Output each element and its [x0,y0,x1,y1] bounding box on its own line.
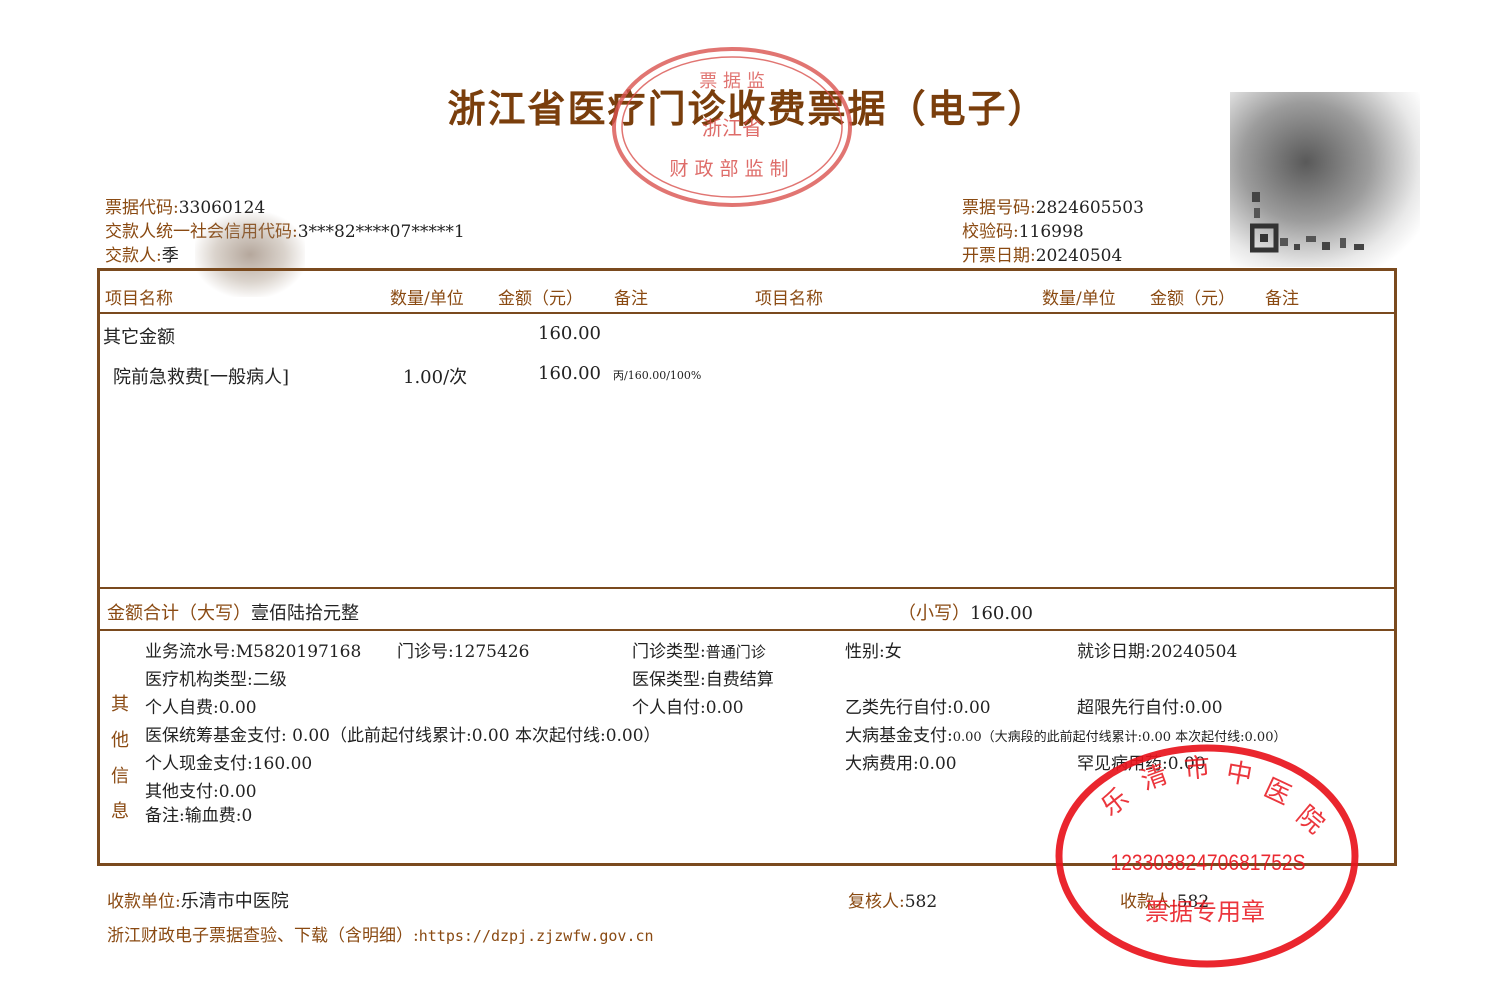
seal-hospital-char-4: 中 [1224,757,1255,791]
serial-number: 业务流水号:M5820197168 [145,642,362,662]
reviewer: 复核人:582 [848,887,937,912]
col-header-note-right: 备注 [1265,289,1299,309]
verify-label: 浙江财政电子票据查验、下载（含明细）: [107,926,419,946]
total-top-divider [100,587,1394,589]
col-header-amount-left: 金额（元） [498,289,583,309]
payee-unit: 收款单位:乐清市中医院 [107,887,289,913]
seal-code: 12330382470681752S [1111,850,1306,875]
row-item-note: 丙/160.00/100% [613,369,702,382]
total-lower-label: （小写） [898,603,970,624]
seal-hospital-char-2: 清 [1137,759,1172,796]
seal-type: 票据专用章 [1145,898,1265,926]
insurance-type-value: 自费结算 [705,670,774,690]
other-info-side-char-2: 他 [111,730,129,751]
check-code-label: 校验码: [962,222,1019,242]
payer-label: 交款人: [105,246,162,266]
total-lower-value: 160.00 [970,603,1033,624]
row-item-name: 院前急救费[一般病人] [113,367,290,388]
verify-info: 浙江财政电子票据查验、下载（含明细）:https://dzpj.zjzwfw.g… [107,921,654,946]
col-header-amount-right: 金额（元） [1150,289,1235,309]
header-divider [100,312,1394,314]
bill-code-label: 票据代码: [105,198,179,218]
seal-hospital-char-1: 乐 [1096,783,1135,823]
check-code-value: 116998 [1018,222,1084,242]
pool-fund-payment: 医保统筹基金支付: 0.00（此前起付线累计:0.00 本次起付线:0.00） [145,726,661,746]
check-code: 校验码:116998 [962,217,1084,242]
payer: 交款人:季 [105,241,179,266]
col-header-qty-right: 数量/单位 [1042,289,1116,309]
col-header-item-name-right: 项目名称 [755,289,823,309]
qr-code-corner [1250,192,1364,253]
cash-payment: 个人现金支付:160.00 [145,754,313,774]
seal-hospital-char-5: 医 [1259,773,1295,811]
total-upper: 金额合计（大写）壹佰陆拾元整 [107,599,359,625]
bill-number-value: 2824605503 [1035,198,1144,218]
col-header-item-name-left: 项目名称 [105,289,173,309]
issue-date-label: 开票日期: [962,246,1036,266]
other-payment: 其他支付:0.00 [145,782,257,802]
outpatient-number: 门诊号:1275426 [397,642,530,662]
finance-supervision-seal: 票 据 监 浙江省 财政部监制 [612,47,852,207]
other-info-side-char-1: 其 [111,694,129,715]
payee-unit-label: 收款单位: [107,892,181,912]
seal-top-middle-text: 浙江省 [702,116,762,140]
over-limit-self-pay: 超限先行自付:0.00 [1077,698,1223,718]
seal-top-bottom-text: 财政部监制 [669,158,794,180]
outpatient-type-value: 普通门诊 [705,643,766,661]
payee-unit-value: 乐清市中医院 [180,891,289,912]
issue-date-value: 20240504 [1035,246,1123,266]
outpatient-type: 门诊类型:普通门诊 [632,637,766,662]
row-category-amount: 160.00 [538,323,601,344]
outpatient-type-label: 门诊类型: [632,642,706,662]
seal-top-arc-text: 票 据 监 [699,71,764,92]
reviewer-value: 582 [904,892,938,912]
reviewer-label: 复核人: [848,892,905,912]
col-header-qty-left: 数量/单位 [390,289,464,309]
row-item-amount: 160.00 [538,363,601,384]
issue-date: 开票日期:20240504 [962,241,1122,266]
bill-number-label: 票据号码: [962,198,1036,218]
row-category-name: 其它金额 [103,327,175,348]
col-header-note-left: 备注 [614,289,648,309]
major-illness-fund-label: 大病基金支付: [845,726,953,746]
total-upper-label: 金额合计（大写） [107,603,251,624]
other-info-side-char-3: 信 [111,766,129,787]
payer-value: 季 [161,246,179,266]
seal-hospital-char-3: 市 [1183,753,1212,785]
total-upper-value: 壹佰陆拾元整 [251,603,359,624]
hospital-bill-seal: 乐 清 市 中 医 院 12330382470681752S 票据专用章 [1055,744,1359,968]
seal-hospital-char-6: 院 [1291,800,1330,840]
visit-date: 就诊日期:20240504 [1077,642,1238,662]
self-pay: 个人自付:0.00 [632,698,744,718]
insurance-type-label: 医保类型: [632,670,706,690]
total-lower: （小写）160.00 [898,599,1033,625]
bill-number: 票据号码:2824605503 [962,193,1144,218]
class-b-self-pay: 乙类先行自付:0.00 [845,698,991,718]
payer-credit-code-value: 3***82****07*****1 [297,222,465,242]
institution-type: 医疗机构类型:二级 [145,670,287,690]
self-pay-fee: 个人自费:0.00 [145,698,257,718]
remark: 备注:输血费:0 [145,806,253,826]
gender: 性别:女 [845,642,902,662]
major-illness-cost: 大病费用:0.00 [845,754,957,774]
total-bottom-divider [100,629,1394,631]
other-info-side-char-4: 息 [111,801,129,822]
verify-url-link[interactable]: https://dzpj.zjzwfw.gov.cn [419,927,654,945]
insurance-type: 医保类型:自费结算 [632,665,774,690]
row-item-qty: 1.00/次 [403,367,468,388]
